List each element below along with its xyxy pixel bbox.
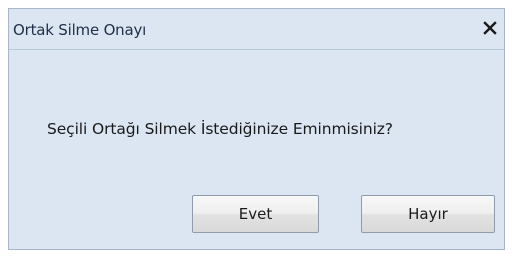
no-button[interactable]: Hayır — [361, 195, 495, 233]
yes-button[interactable]: Evet — [192, 195, 319, 233]
dialog-title: Ortak Silme Onayı — [13, 21, 147, 39]
dialog-content: Seçili Ortağı Silmek İstediğinize Eminmi… — [9, 50, 504, 249]
confirm-delete-dialog: Ortak Silme Onayı Seçili Ortağı Silmek İ… — [8, 8, 505, 250]
close-icon — [483, 21, 497, 35]
close-button[interactable] — [480, 18, 500, 38]
title-bar: Ortak Silme Onayı — [9, 9, 504, 50]
confirm-message: Seçili Ortağı Silmek İstediğinize Eminmi… — [47, 120, 393, 138]
